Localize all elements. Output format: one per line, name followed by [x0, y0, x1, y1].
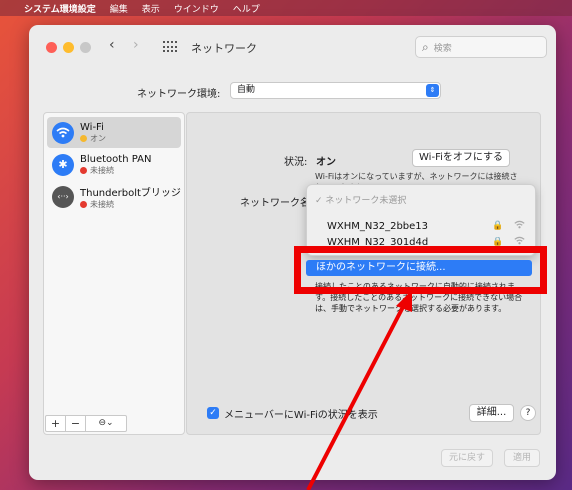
window-title: ネットワーク — [191, 42, 257, 55]
turn-wifi-off-button[interactable]: Wi-Fiをオフにする — [412, 149, 510, 167]
status-value: オン — [316, 157, 336, 168]
menu-bar: システム環境設定 編集 表示 ウインドウ ヘルプ — [0, 0, 572, 16]
lock-icon: 🔒 — [492, 221, 504, 231]
service-name: Wi-Fi — [80, 121, 104, 133]
service-toolbar: + − ⊖⌄ — [45, 415, 127, 432]
minimize-window-button[interactable] — [63, 42, 74, 53]
status-dot-icon — [80, 166, 87, 174]
zoom-window-button[interactable] — [80, 42, 91, 53]
network-name-label: ネットワーク名 — [240, 198, 310, 209]
title-bar: ‹ › ネットワーク ⌕ 検索 — [29, 25, 556, 69]
bluetooth-icon: ✱ — [52, 153, 74, 176]
apply-button[interactable]: 適用 — [504, 449, 540, 467]
annotation-highlight-box — [294, 246, 547, 294]
service-status-row: 未接続 — [80, 165, 151, 176]
advanced-button[interactable]: 詳細... — [469, 404, 514, 422]
wifi-signal-icon — [514, 236, 525, 246]
thunderbolt-bridge-icon: ‹··› — [52, 185, 74, 208]
status-label: 状況: — [284, 157, 308, 168]
network-item[interactable]: WXHM_N32_2bbe13 — [327, 221, 428, 232]
wifi-icon — [52, 121, 74, 144]
search-icon: ⌕ — [422, 39, 429, 54]
location-select[interactable]: 自動 ⇕ — [230, 82, 441, 99]
menu-window[interactable]: ウインドウ — [174, 2, 219, 15]
help-button[interactable]: ? — [520, 405, 536, 421]
location-label: ネットワーク環境: — [137, 89, 221, 100]
select-stepper-icon: ⇕ — [426, 84, 439, 97]
service-wifi[interactable]: Wi-Fi オン — [47, 117, 181, 148]
service-status: 未接続 — [90, 165, 114, 175]
no-network-selected-item[interactable]: ✓ ネットワーク未選択 — [315, 193, 406, 206]
status-dot-icon — [80, 134, 87, 142]
show-in-menubar-label: メニューバーにWi-Fiの状況を表示 — [224, 410, 378, 421]
back-chevron-icon[interactable]: ‹ — [109, 37, 115, 53]
search-field[interactable]: ⌕ 検索 — [415, 36, 547, 58]
forward-chevron-icon[interactable]: › — [133, 37, 139, 53]
show-all-grid-icon[interactable] — [163, 41, 177, 53]
menu-edit[interactable]: 編集 — [110, 2, 128, 15]
service-thunderbolt-bridge[interactable]: ‹··› Thunderboltブリッジ 未接続 — [47, 181, 181, 212]
remove-service-button[interactable]: − — [66, 416, 86, 431]
menu-help[interactable]: ヘルプ — [233, 2, 260, 15]
service-name: Thunderboltブリッジ — [80, 187, 181, 199]
add-service-button[interactable]: + — [46, 416, 66, 431]
action-menu-button[interactable]: ⊖⌄ — [86, 416, 126, 431]
status-dot-icon — [80, 200, 87, 208]
search-placeholder: 検索 — [433, 43, 452, 54]
revert-button[interactable]: 元に戻す — [441, 449, 493, 467]
location-value: 自動 — [237, 85, 256, 95]
service-list: Wi-Fi オン ✱ Bluetooth PAN 未接続 ‹··› Thunde… — [43, 112, 185, 435]
service-status-row: オン — [80, 133, 106, 144]
close-window-button[interactable] — [46, 42, 57, 53]
menu-view[interactable]: 表示 — [142, 2, 160, 15]
service-status: オン — [90, 133, 106, 143]
wifi-signal-icon — [514, 220, 525, 232]
menu-app-name[interactable]: システム環境設定 — [24, 2, 96, 15]
service-status: 未接続 — [90, 199, 114, 209]
service-status-row: 未接続 — [80, 199, 181, 210]
service-bluetooth-pan[interactable]: ✱ Bluetooth PAN 未接続 — [47, 149, 181, 180]
show-in-menubar-checkbox[interactable]: ✓ — [207, 407, 219, 419]
service-name: Bluetooth PAN — [80, 153, 152, 165]
location-row: ネットワーク環境: 自動 ⇕ — [29, 81, 556, 101]
